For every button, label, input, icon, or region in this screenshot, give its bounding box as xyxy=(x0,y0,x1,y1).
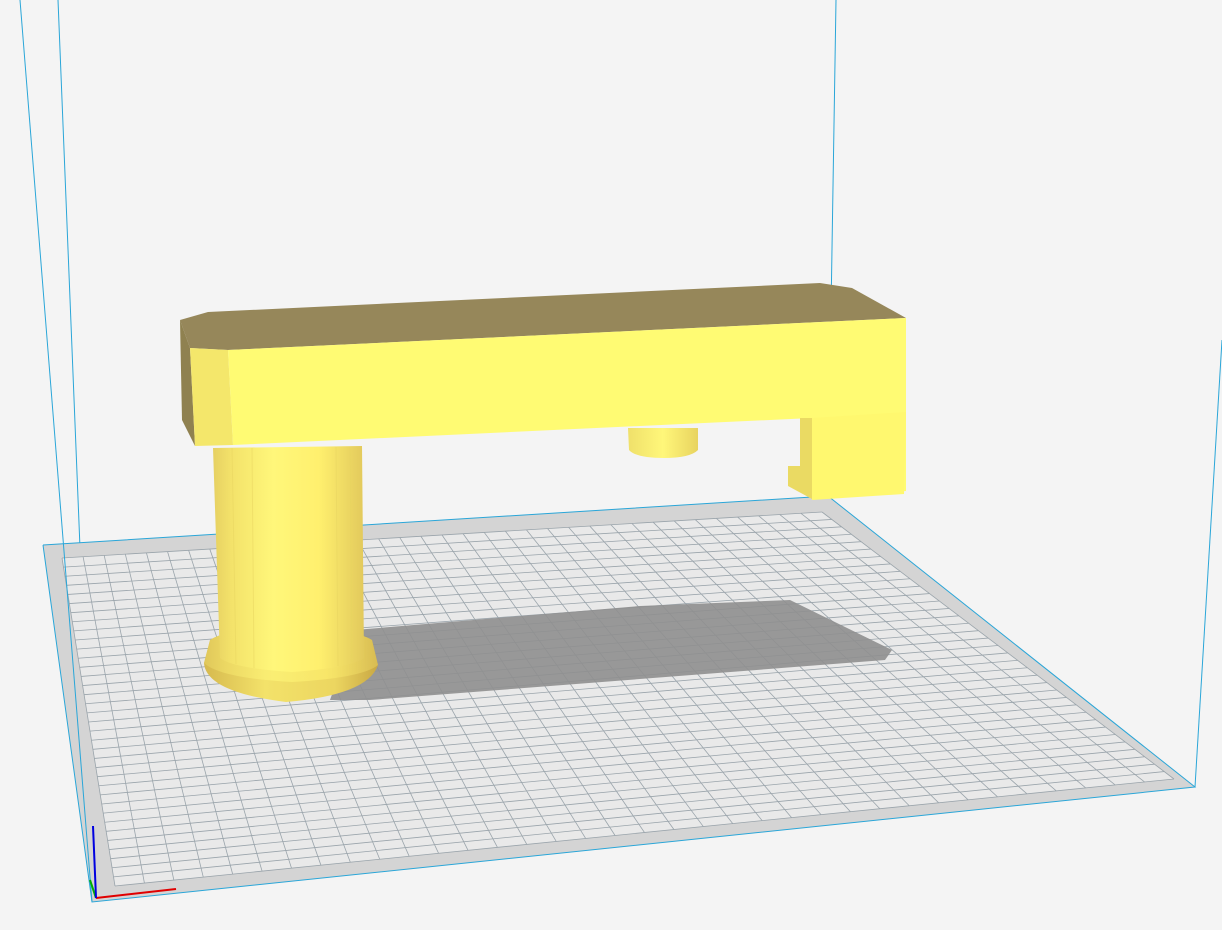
model-hook-face xyxy=(812,412,906,500)
model-column xyxy=(213,446,364,672)
print-bed xyxy=(43,496,1195,902)
model-hook-lip xyxy=(788,418,812,499)
model-boss xyxy=(628,428,698,458)
build-volume-edge-front-left xyxy=(19,0,93,903)
build-volume-edge-back-left xyxy=(57,0,81,549)
build-volume-edge-front-right xyxy=(1194,339,1222,788)
scene-svg[interactable] xyxy=(0,0,1222,930)
model-arm-left-bevel xyxy=(190,348,233,446)
3d-viewport[interactable] xyxy=(0,0,1222,930)
